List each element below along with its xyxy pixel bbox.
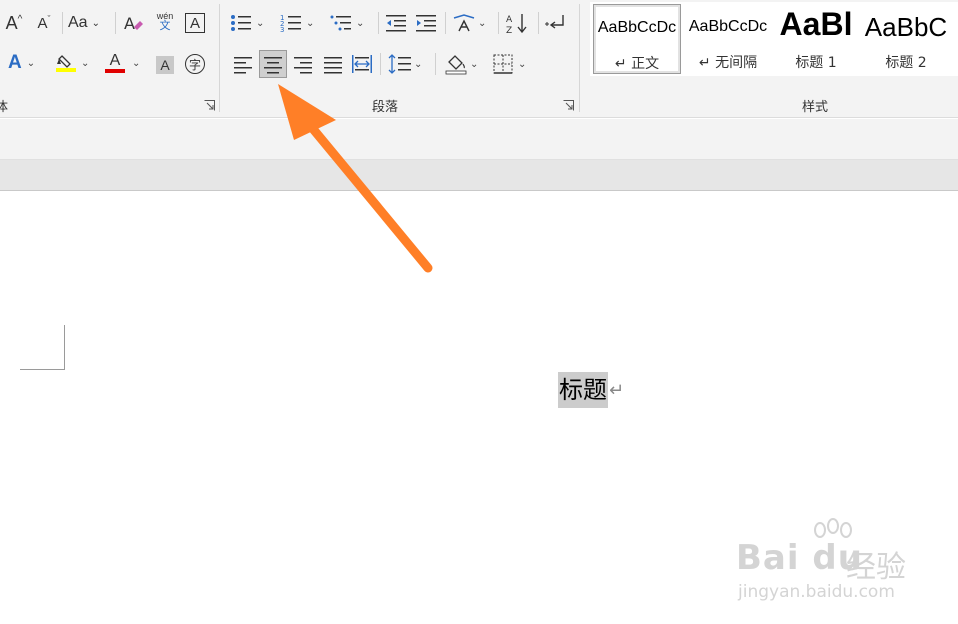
distributed-button[interactable] [351, 53, 373, 75]
shrink-font-button[interactable]: Aˇ [33, 12, 55, 34]
borders-icon [493, 54, 513, 74]
ribbon: A ^ Aˇ Aa ⌄ A wén 文 A A ⌄ ⌄ A ⌄ A 字 体 ⌄ … [0, 0, 958, 118]
change-case-icon: Aa [68, 14, 88, 31]
shrink-font-icon: A [37, 14, 48, 32]
clear-formatting-icon: A [124, 14, 143, 33]
svg-text:3: 3 [280, 26, 284, 33]
increase-indent-button[interactable] [415, 12, 437, 34]
character-border-icon: A [185, 13, 205, 33]
font-color-button[interactable]: A ⌄ [104, 52, 144, 74]
style-heading-1[interactable]: AaBl 标题 1 [777, 4, 855, 74]
text-effects-button[interactable]: A ⌄ [8, 52, 44, 74]
enclose-characters-icon: 字 [185, 54, 205, 74]
watermark-url: jingyan.baidu.com [738, 582, 895, 602]
selected-heading-text[interactable]: 标题 [558, 372, 608, 408]
character-border-button[interactable]: A [184, 12, 206, 34]
watermark-logo: Bai du [736, 538, 863, 578]
justify-icon [324, 57, 342, 74]
svg-text:A: A [124, 14, 135, 33]
margin-corner-mark [64, 325, 65, 370]
numbering-icon: 1 2 3 [280, 14, 301, 33]
ruler-area [0, 160, 958, 191]
annotation-arrow-icon [278, 84, 433, 273]
numbering-button[interactable]: 1 2 3 ⌄ [280, 12, 320, 34]
styles-group-label: 样式 [802, 100, 829, 115]
line-spacing-icon [388, 54, 411, 74]
style-name: 标题 1 [795, 55, 837, 71]
align-right-icon [294, 57, 312, 74]
font-color-bar [105, 69, 125, 73]
style-sample: AaBbCcDc [597, 19, 677, 36]
heading-paragraph[interactable]: 标题 ↵ [558, 372, 624, 408]
divider [538, 12, 539, 34]
svg-text:Z: Z [506, 26, 512, 34]
highlighter-icon [56, 55, 76, 72]
font-dialog-launcher-icon[interactable] [204, 100, 215, 111]
divider [435, 53, 436, 75]
style-sample: AaBbCcDc [688, 18, 768, 35]
paragraph-mark-icon [545, 15, 564, 29]
increase-indent-icon [416, 15, 436, 32]
paragraph-mark: ↵ [609, 379, 625, 401]
bullets-button[interactable]: ⌄ [230, 12, 270, 34]
shading-button[interactable]: ⌄ [444, 53, 484, 75]
align-center-icon [264, 57, 282, 74]
sort-button[interactable]: A Z [505, 12, 531, 34]
font-group: A ^ Aˇ Aa ⌄ A wén 文 A A ⌄ ⌄ A ⌄ A 字 体 [0, 0, 218, 118]
divider [380, 53, 381, 75]
divider [62, 12, 63, 34]
decrease-indent-icon [386, 15, 406, 32]
baidu-watermark: Bai du 经验 jingyan.baidu.com [728, 518, 928, 608]
multilevel-list-icon [330, 15, 351, 31]
divider [445, 12, 446, 34]
enclose-characters-button[interactable]: 字 [184, 53, 206, 75]
paragraph-dialog-launcher-icon[interactable] [563, 100, 574, 111]
svg-text:A: A [506, 15, 513, 25]
divider [115, 12, 116, 34]
align-left-button[interactable] [232, 53, 254, 75]
phonetic-bottom: 文 [159, 20, 171, 32]
change-case-button[interactable]: Aa ⌄ [68, 12, 108, 34]
style-name: 标题 2 [885, 55, 927, 71]
multilevel-list-button[interactable]: ⌄ [330, 12, 370, 34]
justify-button[interactable] [322, 53, 344, 75]
align-left-icon [234, 57, 252, 74]
style-no-spacing[interactable]: AaBbCcDc ↵ 无间隔 [685, 4, 771, 74]
decrease-indent-button[interactable] [385, 12, 407, 34]
watermark-cn: 经验 [846, 550, 906, 585]
character-shading-icon: A [156, 56, 174, 74]
sort-icon: A Z [506, 14, 527, 34]
borders-button[interactable]: ⌄ [492, 53, 532, 75]
divider [378, 12, 379, 34]
line-spacing-button[interactable]: ⌄ [388, 53, 428, 75]
font-color-icon: A [109, 52, 121, 69]
distributed-icon [352, 55, 372, 73]
text-effects-icon: A [8, 52, 22, 73]
divider [498, 12, 499, 34]
font-group-label: 体 [0, 100, 9, 115]
style-sample: AaBbC [864, 12, 948, 42]
style-sample: AaBl [779, 6, 853, 42]
styles-gallery: AaBbCcDc ↵ 正文 AaBbCcDc ↵ 无间隔 AaBl 标题 1 A… [590, 2, 958, 76]
asian-layout-button[interactable]: ⌄ [452, 12, 492, 34]
paint-bucket-icon [445, 55, 467, 75]
group-separator [579, 4, 580, 112]
bullets-icon [231, 15, 251, 31]
style-heading-2[interactable]: AaBbC 标题 2 [864, 4, 948, 74]
margin-corner-mark [20, 369, 65, 370]
highlight-button[interactable]: ⌄ [55, 52, 95, 74]
grow-font-icon: A [5, 12, 18, 33]
phonetic-guide-button[interactable]: wén 文 [154, 10, 176, 32]
style-name: ↵ 无间隔 [698, 55, 758, 71]
style-name: ↵ 正文 [614, 56, 660, 72]
asian-layout-icon [453, 14, 475, 32]
align-right-button[interactable] [292, 53, 314, 75]
show-formatting-marks-button[interactable] [544, 12, 566, 34]
ribbon-lower-strip [0, 119, 958, 161]
align-center-icon-wrap [262, 53, 284, 75]
clear-formatting-button[interactable]: A [122, 12, 144, 34]
character-shading-button[interactable]: A [154, 54, 176, 76]
style-normal[interactable]: AaBbCcDc ↵ 正文 [593, 4, 681, 74]
grow-font-button[interactable]: A ^ [2, 12, 26, 34]
